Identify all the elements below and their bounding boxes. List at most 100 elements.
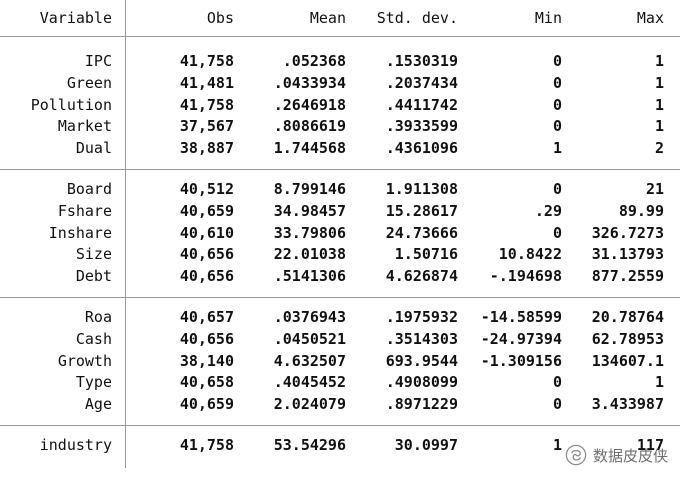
- max-value: 21: [645, 179, 664, 198]
- std-dev-value: .4411742: [385, 95, 458, 114]
- table-row: Inshare 40,610 33.79806 24.73666 0 326.7273: [0, 223, 680, 245]
- table-row: Age 40,659 2.024079 .8971229 0 3.433987: [0, 394, 680, 416]
- obs-value: 40,512: [179, 179, 234, 198]
- std-dev-value: .4361096: [385, 139, 458, 158]
- mean-value: .0376943: [273, 307, 346, 326]
- table-row: Fshare 40,659 34.98457 15.28617 .29 89.99: [0, 201, 680, 223]
- min-value: 0: [552, 73, 562, 92]
- variable-name: Age: [84, 395, 112, 414]
- mean-value: 33.79806: [273, 223, 346, 242]
- min-value: 0: [552, 395, 562, 414]
- min-value: .29: [534, 201, 562, 220]
- table-row: Type 40,658 .4045452 .4908099 0 1: [0, 372, 680, 394]
- max-value: 3.433987: [591, 395, 664, 414]
- table-row: Board 40,512 8.799146 1.911308 0 21: [0, 179, 680, 201]
- max-value: 1: [654, 373, 664, 392]
- max-value: 134607.1: [591, 351, 664, 370]
- obs-value: 37,567: [179, 117, 234, 136]
- std-dev-value: 15.28617: [385, 201, 458, 220]
- max-value: 1: [654, 117, 664, 136]
- table-body: IPC 41,758 .052368 .1530319 0 1 Green 41,481 .04…: [0, 51, 680, 457]
- mean-value: .8086619: [273, 117, 346, 136]
- max-value: 20.78764: [591, 307, 664, 326]
- mean-value: 2.024079: [273, 395, 346, 414]
- obs-value: 41,481: [179, 73, 234, 92]
- min-value: -1.309156: [480, 351, 562, 370]
- std-dev-value: .8971229: [385, 395, 458, 414]
- max-value: 1: [654, 95, 664, 114]
- min-value: -14.58599: [480, 307, 562, 326]
- header-max: Max: [636, 9, 664, 27]
- obs-value: 40,610: [179, 223, 234, 242]
- mean-value: 4.632507: [273, 351, 346, 370]
- obs-value: 38,887: [179, 139, 234, 158]
- min-value: 0: [552, 52, 562, 70]
- header-obs: Obs: [206, 9, 234, 27]
- min-value: -.194698: [489, 267, 562, 286]
- std-dev-value: 1.50716: [394, 245, 458, 264]
- obs-value: 40,656: [179, 329, 234, 348]
- variable-name: IPC: [84, 52, 112, 70]
- max-value: 1: [654, 52, 664, 70]
- mean-value: .2646918: [273, 95, 346, 114]
- table-row: Market 37,567 .8086619 .3933599 0 1: [0, 116, 680, 138]
- std-dev-value: 24.73666: [385, 223, 458, 242]
- std-dev-value: 1.911308: [385, 179, 458, 198]
- table-row: Pollution 41,758 .2646918 .4411742 0 1: [0, 95, 680, 117]
- max-value: 877.2559: [591, 267, 664, 286]
- obs-value: 40,657: [179, 307, 234, 326]
- table-header-row: Variable Obs Mean Std. dev. Min Max: [0, 0, 680, 36]
- wechat-official-account-icon: [565, 444, 587, 466]
- obs-value: 40,659: [179, 395, 234, 414]
- variable-name: Dual: [75, 139, 112, 158]
- std-dev-value: .3514303: [385, 329, 458, 348]
- obs-value: 40,656: [179, 267, 234, 286]
- variable-name: Growth: [57, 351, 112, 370]
- table-row: Dual 38,887 1.744568 .4361096 1 2: [0, 138, 680, 160]
- watermark: 数据皮皮侠: [565, 444, 668, 466]
- variable-name: Size: [75, 245, 112, 264]
- mean-value: 34.98457: [273, 201, 346, 220]
- variable-name: Cash: [75, 329, 112, 348]
- variable-name: industry: [39, 435, 112, 454]
- obs-value: 41,758: [179, 435, 234, 454]
- mean-value: .0450521: [273, 329, 346, 348]
- max-value: 31.13793: [591, 245, 664, 264]
- variable-name: Debt: [75, 267, 112, 286]
- watermark-text: 数据皮皮侠: [592, 446, 668, 465]
- std-dev-value: 4.626874: [385, 267, 458, 286]
- variable-name: Fshare: [57, 201, 112, 220]
- table-row: Size 40,656 22.01038 1.50716 10.8422 31.13793: [0, 244, 680, 266]
- variable-name: Market: [57, 117, 112, 136]
- variable-name: Pollution: [30, 95, 112, 114]
- header-variable: Variable: [39, 9, 112, 27]
- table-row: IPC 41,758 .052368 .1530319 0 1: [0, 51, 680, 73]
- mean-value: 22.01038: [273, 245, 346, 264]
- mean-value: .0433934: [273, 73, 346, 92]
- min-value: 1: [552, 139, 562, 158]
- table-row: Debt 40,656 .5141306 4.626874 -.194698 877.25…: [0, 266, 680, 288]
- table-row: Cash 40,656 .0450521 .3514303 -24.97394 62.78…: [0, 329, 680, 351]
- obs-value: 41,758: [179, 95, 234, 114]
- variable-name: Inshare: [48, 223, 112, 242]
- header-mean: Mean: [309, 9, 346, 27]
- min-value: 0: [552, 179, 562, 198]
- variable-name: Board: [66, 179, 112, 198]
- variable-name: Type: [75, 373, 112, 392]
- mean-value: .5141306: [273, 267, 346, 286]
- header-min: Min: [534, 9, 562, 27]
- min-value: 10.8422: [498, 245, 562, 264]
- std-dev-value: 693.9544: [385, 351, 458, 370]
- max-value: 89.99: [618, 201, 664, 220]
- table-row: Roa 40,657 .0376943 .1975932 -14.58599 20.787…: [0, 307, 680, 329]
- max-value: 2: [654, 139, 664, 158]
- min-value: 0: [552, 223, 562, 242]
- mean-value: 1.744568: [273, 139, 346, 158]
- mean-value: 53.54296: [273, 435, 346, 454]
- min-value: -24.97394: [480, 329, 562, 348]
- min-value: 1: [552, 435, 562, 454]
- table-row: Green 41,481 .0433934 .2037434 0 1: [0, 73, 680, 95]
- std-dev-value: .4908099: [385, 373, 458, 392]
- std-dev-value: .2037434: [385, 73, 458, 92]
- header-std-dev: Std. dev.: [376, 9, 458, 27]
